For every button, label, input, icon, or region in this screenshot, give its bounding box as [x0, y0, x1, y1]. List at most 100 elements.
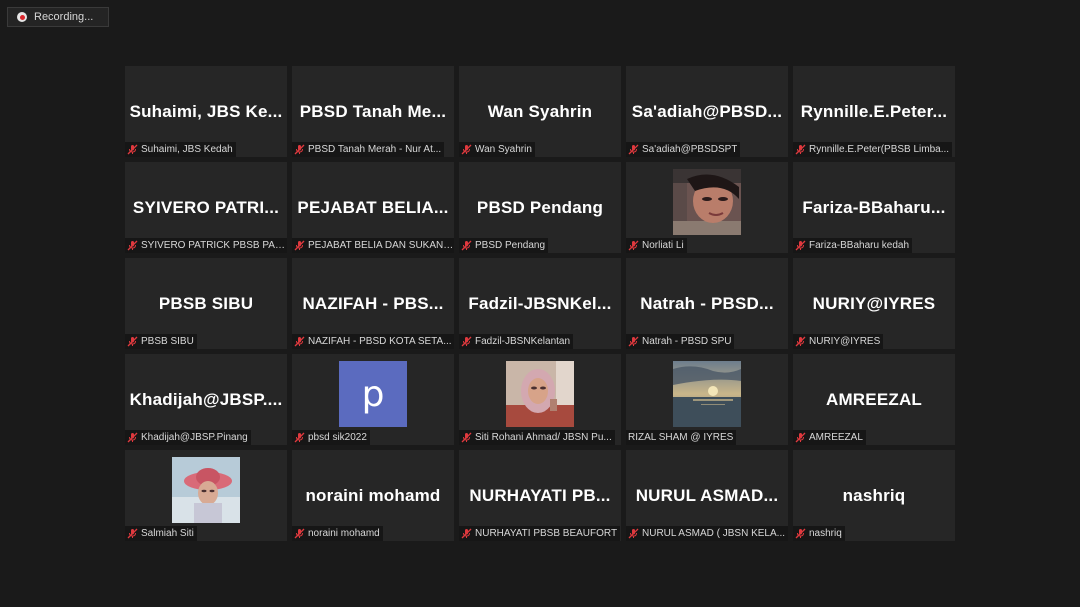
participant-label: Norliati Li: [626, 238, 687, 253]
participant-display-name: AMREEZAL: [825, 390, 923, 409]
participant-name: PEJABAT BELIA DAN SUKAN ...: [308, 240, 454, 251]
mic-muted-icon: [795, 336, 806, 347]
participant-tile[interactable]: Siti Rohani Ahmad/ JBSN Pu...: [459, 354, 621, 445]
participant-label: Rynnille.E.Peter(PBSB Limba...: [793, 142, 953, 157]
participant-label: Suhaimi, JBS Kedah: [125, 142, 236, 157]
mic-muted-icon: [294, 528, 305, 539]
mic-muted-icon: [628, 144, 639, 155]
participant-tile[interactable]: NURUL ASMAD... NURUL ASMAD ( JBSN KELA..…: [626, 450, 788, 541]
participant-tile[interactable]: Suhaimi, JBS Ke... Suhaimi, JBS Kedah: [125, 66, 287, 157]
mic-muted-icon: [461, 144, 472, 155]
mic-muted-icon: [127, 528, 138, 539]
participant-tile[interactable]: p pbsd sik2022: [292, 354, 454, 445]
participant-video: [506, 361, 574, 427]
mic-muted-icon: [628, 336, 639, 347]
participant-tile[interactable]: RIZAL SHAM @ IYRES: [626, 354, 788, 445]
participant-display-name: Natrah - PBSD...: [640, 294, 774, 313]
participant-video: [172, 457, 240, 523]
mic-muted-icon: [795, 528, 806, 539]
participant-display-name: PBSD Tanah Me...: [299, 102, 447, 121]
participant-name: NURHAYATI PBSB BEAUFORT: [475, 528, 618, 539]
participant-name: AMREEZAL: [809, 432, 863, 443]
participant-display-name: NURIY@IYRES: [812, 294, 936, 313]
mic-muted-icon: [461, 528, 472, 539]
participant-tile[interactable]: PBSD Pendang PBSD Pendang: [459, 162, 621, 253]
participant-tile[interactable]: Wan Syahrin Wan Syahrin: [459, 66, 621, 157]
participant-label: NURHAYATI PBSB BEAUFORT: [459, 526, 621, 541]
participant-tile[interactable]: PEJABAT BELIA... PEJABAT BELIA DAN SUKAN…: [292, 162, 454, 253]
mic-muted-icon: [628, 528, 639, 539]
participant-tile[interactable]: Fariza-BBaharu... Fariza-BBaharu kedah: [793, 162, 955, 253]
participant-name: Rynnille.E.Peter(PBSB Limba...: [809, 144, 950, 155]
participant-display-name: SYIVERO PATRI...: [132, 198, 280, 217]
participant-name: NAZIFAH - PBSD KOTA SETA...: [308, 336, 452, 347]
participant-label: PBSD Pendang: [459, 238, 549, 253]
participant-tile[interactable]: Norliati Li: [626, 162, 788, 253]
participant-tile[interactable]: noraini mohamd noraini mohamd: [292, 450, 454, 541]
participant-label: SYIVERO PATRICK PBSB PAN...: [125, 238, 287, 253]
participant-label: PBSB SIBU: [125, 334, 197, 349]
participant-tile[interactable]: Sa'adiah@PBSD... Sa'adiah@PBSDSPT: [626, 66, 788, 157]
participant-name: Suhaimi, JBS Kedah: [141, 144, 233, 155]
mic-muted-icon: [795, 144, 806, 155]
participant-display-name: NURHAYATI PB...: [469, 486, 611, 505]
participant-name: nashriq: [809, 528, 842, 539]
participant-display-name: Fadzil-JBSNKel...: [468, 294, 612, 313]
participant-name: PBSB SIBU: [141, 336, 194, 347]
participant-display-name: Fariza-BBaharu...: [802, 198, 946, 217]
recording-label: Recording...: [34, 11, 94, 23]
participant-label: nashriq: [793, 526, 845, 541]
participant-tile[interactable]: Natrah - PBSD... Natrah - PBSD SPU: [626, 258, 788, 349]
participant-label: Sa'adiah@PBSDSPT: [626, 142, 741, 157]
recording-indicator[interactable]: Recording...: [7, 7, 109, 27]
participant-display-name: nashriq: [842, 486, 906, 505]
mic-muted-icon: [294, 144, 305, 155]
mic-muted-icon: [461, 336, 472, 347]
participant-name: pbsd sik2022: [308, 432, 367, 443]
participant-name: Khadijah@JBSP.Pinang: [141, 432, 248, 443]
participant-label: NURIY@IYRES: [793, 334, 884, 349]
participant-tile[interactable]: nashriq nashriq: [793, 450, 955, 541]
participant-label: noraini mohamd: [292, 526, 383, 541]
participant-name: RIZAL SHAM @ IYRES: [628, 432, 734, 443]
participant-tile[interactable]: Khadijah@JBSP.... Khadijah@JBSP.Pinang: [125, 354, 287, 445]
participant-name: PBSD Tanah Merah - Nur At...: [308, 144, 442, 155]
participant-label: PBSD Tanah Merah - Nur At...: [292, 142, 445, 157]
participant-label: Salmiah Siti: [125, 526, 197, 541]
mic-muted-icon: [127, 144, 138, 155]
mic-muted-icon: [795, 240, 806, 251]
participant-label: Wan Syahrin: [459, 142, 535, 157]
mic-muted-icon: [795, 432, 806, 443]
participant-tile[interactable]: Rynnille.E.Peter... Rynnille.E.Peter(PBS…: [793, 66, 955, 157]
participant-tile[interactable]: NURIY@IYRES NURIY@IYRES: [793, 258, 955, 349]
participant-tile[interactable]: PBSD Tanah Me... PBSD Tanah Merah - Nur …: [292, 66, 454, 157]
participant-video: [673, 361, 741, 427]
participant-display-name: PEJABAT BELIA...: [297, 198, 449, 217]
participant-display-name: Wan Syahrin: [487, 102, 593, 121]
participant-grid: Suhaimi, JBS Ke... Suhaimi, JBS Kedah PBS…: [125, 66, 955, 541]
participant-tile[interactable]: PBSB SIBU PBSB SIBU: [125, 258, 287, 349]
participant-tile[interactable]: NURHAYATI PB... NURHAYATI PBSB BEAUFORT: [459, 450, 621, 541]
mic-muted-icon: [628, 240, 639, 251]
participant-tile[interactable]: SYIVERO PATRI... SYIVERO PATRICK PBSB PA…: [125, 162, 287, 253]
recording-icon: [17, 12, 27, 22]
participant-name: SYIVERO PATRICK PBSB PAN...: [141, 240, 287, 251]
participant-name: Salmiah Siti: [141, 528, 194, 539]
participant-name: NURUL ASMAD ( JBSN KELA...: [642, 528, 785, 539]
mic-muted-icon: [127, 240, 138, 251]
participant-tile[interactable]: Salmiah Siti: [125, 450, 287, 541]
participant-display-name: PBSD Pendang: [476, 198, 604, 217]
participant-name: Natrah - PBSD SPU: [642, 336, 732, 347]
participant-video: [673, 169, 741, 235]
participant-tile[interactable]: Fadzil-JBSNKel... Fadzil-JBSNKelantan: [459, 258, 621, 349]
participant-name: Sa'adiah@PBSDSPT: [642, 144, 738, 155]
participant-label: Natrah - PBSD SPU: [626, 334, 735, 349]
mic-muted-icon: [461, 240, 472, 251]
participant-tile[interactable]: AMREEZAL AMREEZAL: [793, 354, 955, 445]
participant-display-name: NAZIFAH - PBS...: [302, 294, 444, 313]
participant-display-name: noraini mohamd: [305, 486, 441, 505]
participant-label: Fariza-BBaharu kedah: [793, 238, 913, 253]
participant-label: pbsd sik2022: [292, 430, 370, 445]
mic-muted-icon: [127, 432, 138, 443]
participant-tile[interactable]: NAZIFAH - PBS... NAZIFAH - PBSD KOTA SET…: [292, 258, 454, 349]
